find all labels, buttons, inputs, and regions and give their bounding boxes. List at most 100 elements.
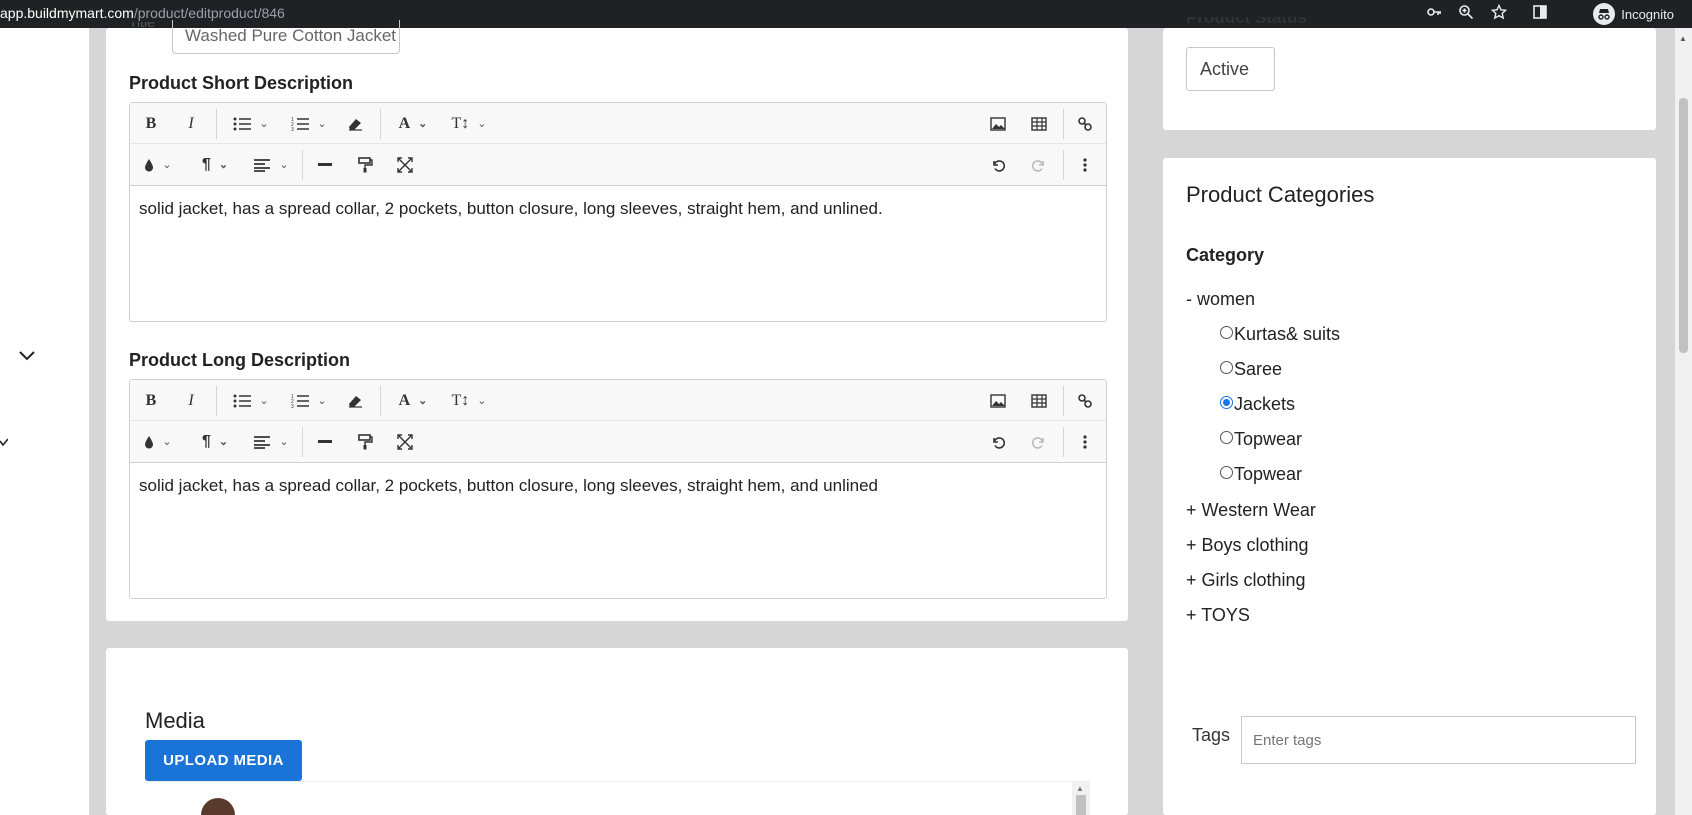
media-title: Media: [145, 708, 205, 733]
sidepanel-icon[interactable]: [1530, 4, 1550, 24]
insert-image-button[interactable]: [985, 103, 1011, 144]
category-option[interactable]: Topwear: [1220, 464, 1302, 485]
tree-item-toys[interactable]: + TOYS: [1186, 605, 1250, 626]
category-option[interactable]: Jackets: [1220, 394, 1295, 415]
short-description-content[interactable]: solid jacket, has a spread collar, 2 poc…: [130, 186, 1106, 232]
italic-button[interactable]: I: [178, 380, 204, 421]
tree-item-girls-clothing[interactable]: + Girls clothing: [1186, 570, 1306, 591]
expand-icon: [397, 433, 413, 450]
category-option[interactable]: Saree: [1220, 359, 1282, 380]
horizontal-rule-button[interactable]: [312, 421, 338, 462]
font-family-button[interactable]: A ⌄: [390, 103, 436, 144]
left-sidebar: [0, 28, 89, 815]
svg-text:3: 3: [291, 127, 294, 131]
upload-media-button[interactable]: UPLOAD MEDIA: [145, 740, 302, 781]
radio-button-selected[interactable]: [1220, 396, 1233, 409]
long-description-editor: B I ⌄ 1 2 3 ⌄ A ⌄ T↕ ⌄ ⌄ ¶ ⌄ ⌄ solid jac…: [129, 379, 1107, 599]
bold-button[interactable]: B: [138, 103, 164, 144]
more-vertical-icon: [1083, 157, 1087, 172]
tags-input[interactable]: [1241, 716, 1636, 764]
categories-title: Product Categories: [1186, 182, 1375, 207]
insert-image-button[interactable]: [985, 380, 1011, 421]
eraser-icon: [349, 118, 362, 131]
chevron-down-icon[interactable]: [18, 346, 36, 367]
link-icon: [1078, 116, 1092, 131]
horizontal-rule-button[interactable]: [312, 144, 338, 185]
redo-button[interactable]: [1026, 144, 1052, 185]
numbered-list-icon: 123: [291, 117, 310, 131]
text-color-button[interactable]: ⌄: [138, 144, 178, 185]
editor-toolbar: B I ⌄ 1 2 3 ⌄ A ⌄ T↕ ⌄ ⌄ ¶ ⌄ ⌄: [130, 103, 1106, 186]
title-input[interactable]: Washed Pure Cotton Jacket: [172, 20, 400, 54]
font-size-button[interactable]: T↕ ⌄: [446, 103, 492, 144]
long-description-label: Product Long Description: [129, 350, 351, 370]
zoom-icon[interactable]: [1456, 4, 1476, 24]
redo-icon: [1032, 436, 1044, 449]
insert-link-button[interactable]: [1072, 103, 1098, 144]
image-icon: [990, 393, 1006, 408]
numbered-list-button[interactable]: 1 2 3 ⌄: [286, 103, 332, 144]
text-color-button[interactable]: ⌄: [138, 421, 178, 462]
key-icon[interactable]: [1424, 4, 1444, 24]
short-description-editor: B I ⌄ 1 2 3 ⌄ A ⌄ T↕ ⌄ ⌄ ¶ ⌄ ⌄ solid jac…: [129, 102, 1107, 322]
bullet-list-button[interactable]: ⌄: [228, 103, 274, 144]
bold-button[interactable]: B: [138, 380, 164, 421]
editor-toolbar: B I ⌄ 1 2 3 ⌄ A ⌄ T↕ ⌄ ⌄ ¶ ⌄ ⌄: [130, 380, 1106, 463]
paint-roller-icon: [358, 433, 373, 449]
more-options-button[interactable]: [1072, 421, 1098, 462]
scrollbar-thumb[interactable]: [1679, 98, 1688, 353]
star-icon[interactable]: [1489, 3, 1509, 24]
insert-link-button[interactable]: [1072, 380, 1098, 421]
short-description-label: Product Short Description: [129, 73, 354, 93]
undo-button[interactable]: [985, 421, 1011, 462]
category-label: Category: [1186, 245, 1265, 265]
page-scrollbar[interactable]: ▲: [1675, 28, 1692, 815]
fullscreen-button[interactable]: [392, 144, 418, 185]
status-select[interactable]: Active: [1186, 47, 1275, 91]
italic-button[interactable]: I: [178, 103, 204, 144]
long-description-content[interactable]: solid jacket, has a spread collar, 2 poc…: [130, 463, 1106, 509]
scroll-up-icon: ▲: [1076, 784, 1084, 793]
undo-button[interactable]: [985, 144, 1011, 185]
category-option[interactable]: Kurtas& suits: [1220, 324, 1340, 345]
more-options-button[interactable]: [1072, 144, 1098, 185]
align-left-icon: [254, 435, 271, 449]
paragraph-button[interactable]: ¶ ⌄: [192, 421, 238, 462]
format-painter-button[interactable]: [352, 421, 378, 462]
radio-button[interactable]: [1220, 466, 1233, 479]
svg-text:3: 3: [291, 404, 294, 408]
paragraph-button[interactable]: ¶ ⌄: [192, 144, 238, 185]
incognito-indicator[interactable]: Incognito: [1593, 3, 1674, 25]
status-label: Product Status: [1186, 17, 1307, 27]
chevron-down-icon[interactable]: [0, 432, 9, 453]
radio-button[interactable]: [1220, 361, 1233, 374]
eraser-button[interactable]: [342, 103, 368, 144]
media-scrollbar[interactable]: ▲: [1072, 781, 1090, 815]
media-gallery: [145, 781, 1091, 815]
format-painter-button[interactable]: [352, 144, 378, 185]
tree-item-western-wear[interactable]: + Western Wear: [1186, 500, 1316, 521]
radio-button[interactable]: [1220, 431, 1233, 444]
fullscreen-button[interactable]: [392, 421, 418, 462]
category-option[interactable]: Topwear: [1220, 429, 1302, 450]
align-button[interactable]: ⌄: [248, 421, 294, 462]
more-vertical-icon: [1083, 434, 1087, 449]
numbered-list-button[interactable]: 1 2 3 ⌄: [286, 380, 332, 421]
url-host: app.buildmymart.com: [0, 5, 134, 21]
font-size-button[interactable]: T↕ ⌄: [446, 380, 492, 421]
eraser-button[interactable]: [342, 380, 368, 421]
radio-button[interactable]: [1220, 326, 1233, 339]
bullet-list-button[interactable]: ⌄: [228, 380, 274, 421]
bullet-list-icon: [233, 117, 252, 130]
insert-table-button[interactable]: [1026, 103, 1052, 144]
title-label: Title: [129, 22, 155, 30]
insert-table-button[interactable]: [1026, 380, 1052, 421]
align-button[interactable]: ⌄: [248, 144, 294, 185]
tree-item-boys-clothing[interactable]: + Boys clothing: [1186, 535, 1309, 556]
font-family-button[interactable]: A ⌄: [390, 380, 436, 421]
tree-item-women[interactable]: - women: [1186, 289, 1255, 310]
address-bar[interactable]: app.buildmymart.com/product/editproduct/…: [0, 5, 285, 21]
undo-icon: [993, 436, 1005, 449]
eraser-icon: [349, 395, 362, 408]
redo-button[interactable]: [1026, 421, 1052, 462]
